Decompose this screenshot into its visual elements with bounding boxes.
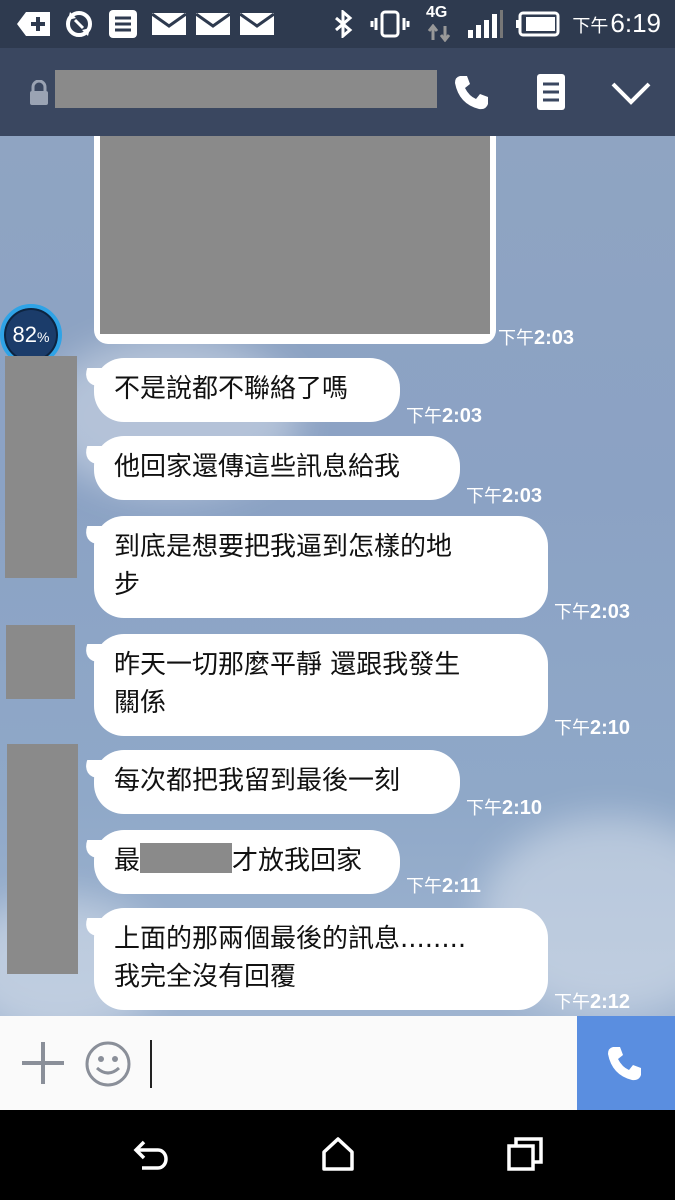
- message-text: 他回家還傳這些訊息給我: [114, 452, 401, 482]
- phone-icon[interactable]: [452, 72, 492, 112]
- vibrate-icon: [370, 10, 410, 38]
- message-bubble[interactable]: 到底是想要把我逼到怎樣的地 步: [94, 516, 548, 618]
- message-input[interactable]: [148, 1036, 568, 1090]
- call-button[interactable]: [577, 1016, 675, 1110]
- status-time: 下午6:19: [572, 8, 661, 39]
- navigation-bar: [0, 1110, 675, 1200]
- network-indicator: 4G: [424, 4, 454, 42]
- sync-icon: [66, 11, 92, 37]
- recents-icon[interactable]: [506, 1136, 544, 1172]
- status-time-value: 6:19: [610, 8, 661, 38]
- plus-icon[interactable]: [20, 1040, 66, 1086]
- message-text-end: 才放我回家: [232, 846, 363, 876]
- chevron-down-icon[interactable]: [610, 80, 652, 106]
- phone-icon: [608, 1047, 641, 1081]
- plus-box-icon: [17, 12, 50, 36]
- data-arrows-icon: [427, 24, 451, 42]
- notes-icon[interactable]: [536, 74, 566, 110]
- image-redacted: [100, 136, 490, 334]
- message-bubble[interactable]: 最 才放我回家: [94, 830, 400, 894]
- mail-icon: [152, 12, 186, 35]
- message-text-line: 關係: [114, 688, 167, 718]
- emoji-icon[interactable]: [84, 1040, 132, 1088]
- message-text: 不是說都不聯絡了嗎: [114, 374, 349, 404]
- bluetooth-icon: [335, 10, 353, 38]
- message-timestamp: 下午2:11: [406, 875, 481, 897]
- message-text-redacted: [140, 843, 233, 873]
- lock-icon: [30, 80, 48, 105]
- battery-icon: [516, 11, 560, 37]
- message-timestamp: 下午2:03: [406, 405, 483, 427]
- mail-icon: [240, 12, 274, 35]
- network-type: 4G: [426, 4, 448, 21]
- message-timestamp: 下午2:03: [466, 485, 543, 507]
- contact-name-redacted: [55, 70, 437, 108]
- status-time-prefix: 下午: [572, 16, 609, 36]
- battery-widget-value: 82: [12, 322, 38, 347]
- message-bubble[interactable]: 每次都把我留到最後一刻: [94, 750, 460, 814]
- notes-icon: [109, 10, 137, 38]
- message-text-line: 上面的那兩個最後的訊息........: [114, 924, 467, 954]
- avatar[interactable]: [6, 625, 75, 699]
- message-bubble[interactable]: 昨天一切那麼平靜 還跟我發生 關係: [94, 634, 548, 736]
- message-bubble[interactable]: 上面的那兩個最後的訊息........ 我完全沒有回覆: [94, 908, 548, 1010]
- message-timestamp: 下午2:03: [554, 601, 631, 623]
- message-text-line: 步: [114, 570, 141, 600]
- signal-icon: [468, 10, 503, 38]
- image-message[interactable]: [94, 136, 496, 344]
- message-bubble[interactable]: 不是說都不聯絡了嗎: [94, 358, 400, 422]
- chat-area[interactable]: 下午2:03 82% 不是說都不聯絡了嗎 下午2:03 他回家還傳這些訊息給我 …: [0, 136, 675, 1016]
- message-timestamp: 下午2:10: [554, 717, 631, 739]
- avatar[interactable]: [7, 744, 78, 974]
- mail-icon: [196, 12, 230, 35]
- avatar[interactable]: [5, 356, 77, 578]
- message-text-line: 昨天一切那麼平靜 還跟我發生: [114, 650, 461, 680]
- message-text-start: 最: [114, 846, 141, 876]
- message-text: 每次都把我留到最後一刻: [114, 766, 401, 796]
- input-bar: [0, 1016, 675, 1110]
- back-icon[interactable]: [132, 1138, 170, 1172]
- status-bar: 4G 下午6:19: [0, 0, 675, 48]
- message-text-line: 到底是想要把我逼到怎樣的地: [114, 532, 453, 562]
- message-timestamp: 下午2:12: [554, 991, 631, 1013]
- message-bubble[interactable]: 他回家還傳這些訊息給我: [94, 436, 460, 500]
- message-timestamp: 下午2:10: [466, 797, 543, 819]
- text-cursor: [150, 1040, 152, 1088]
- home-icon[interactable]: [320, 1136, 356, 1172]
- chat-header: [0, 48, 675, 136]
- message-text-line: 我完全沒有回覆: [114, 962, 297, 992]
- battery-widget-unit: %: [37, 329, 50, 345]
- message-timestamp: 下午2:03: [498, 327, 575, 349]
